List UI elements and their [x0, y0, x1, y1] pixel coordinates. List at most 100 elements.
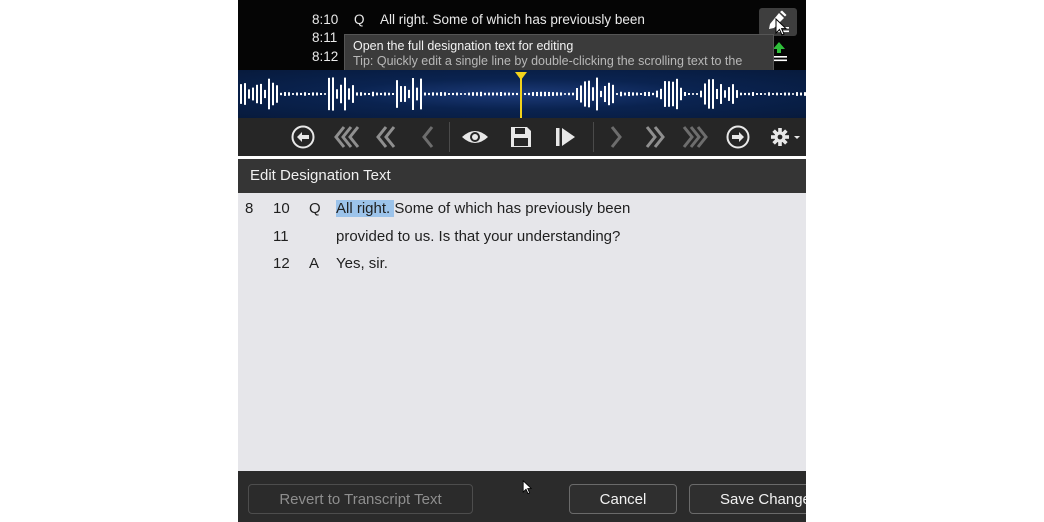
- waveform-bar: [660, 88, 662, 100]
- tooltip-title: Open the full designation text for editi…: [353, 39, 574, 53]
- waveform-bar: [744, 92, 746, 96]
- waveform-bar: [764, 93, 766, 95]
- save-changes-button[interactable]: Save Changes: [689, 484, 806, 514]
- waveform-bar: [784, 92, 786, 96]
- waveform-bar: [252, 87, 254, 101]
- waveform-bar: [644, 92, 646, 96]
- waveform-bar: [456, 92, 458, 96]
- forward-fast-button[interactable]: [679, 124, 709, 150]
- waveform-bar: [288, 92, 290, 96]
- waveform-bar: [372, 91, 374, 97]
- preview-button[interactable]: [460, 124, 490, 150]
- waveform-bar: [664, 81, 666, 107]
- line-text[interactable]: provided to us. Is that your understandi…: [336, 228, 620, 245]
- waveform-bar: [756, 93, 758, 95]
- waveform-bar: [268, 78, 270, 110]
- waveform-bar: [576, 87, 578, 101]
- waveform-bar: [408, 89, 410, 99]
- cancel-button[interactable]: Cancel: [569, 484, 677, 514]
- waveform-bar: [364, 92, 366, 96]
- waveform-bar: [616, 93, 618, 95]
- step-back-button[interactable]: [413, 124, 443, 150]
- waveform-bar: [392, 93, 394, 95]
- audio-waveform[interactable]: [238, 70, 806, 118]
- waveform-bar: [336, 89, 338, 99]
- waveform-bar: [600, 90, 602, 98]
- waveform-bar: [324, 93, 326, 95]
- waveform-bar: [732, 84, 734, 104]
- waveform-bar: [388, 92, 390, 96]
- waveform-bar: [788, 92, 790, 96]
- selected-text[interactable]: All right.: [336, 200, 395, 217]
- waveform-bar: [548, 91, 550, 97]
- playhead-marker[interactable]: [515, 72, 527, 80]
- next-clip-button[interactable]: [723, 124, 753, 150]
- waveform-bar: [672, 81, 674, 107]
- line-number: 12: [273, 255, 290, 272]
- waveform-bar: [528, 92, 530, 96]
- line-text[interactable]: Yes, sir.: [336, 255, 388, 272]
- revert-button[interactable]: Revert to Transcript Text: [248, 484, 473, 514]
- waveform-bar: [800, 92, 802, 96]
- waveform-bar: [276, 85, 278, 103]
- line-text[interactable]: All right. Some of which has previously …: [336, 200, 630, 217]
- waveform-bar: [428, 92, 430, 96]
- waveform-bar: [420, 78, 422, 110]
- mouse-pointer-icon: [522, 480, 533, 495]
- forward-icon: [645, 126, 665, 148]
- waveform-bar: [544, 91, 546, 97]
- prev-clip-button[interactable]: [288, 124, 318, 150]
- waveform-bar: [592, 87, 594, 101]
- waveform-bar: [700, 90, 702, 98]
- waveform-bar: [572, 92, 574, 96]
- rewind-button[interactable]: [372, 124, 402, 150]
- waveform-bar: [472, 92, 474, 96]
- scrolling-transcript[interactable]: 8:10 Q All right. Some of which has prev…: [238, 0, 806, 70]
- waveform-bar: [248, 89, 250, 99]
- waveform-bar: [264, 89, 266, 99]
- toolbar-divider: [593, 122, 594, 152]
- waveform-bar: [244, 83, 246, 105]
- waveform-bar: [488, 92, 490, 96]
- waveform-bar: [344, 77, 346, 111]
- step-back-icon: [422, 126, 434, 148]
- waveform-bar: [356, 92, 358, 96]
- waveform-bar: [768, 92, 770, 96]
- waveform-bar: [476, 92, 478, 96]
- forward-button[interactable]: [639, 124, 669, 150]
- waveform-bar: [696, 93, 698, 95]
- scroll-line[interactable]: 8:10 Q All right. Some of which has prev…: [312, 10, 645, 28]
- waveform-bar: [596, 77, 598, 111]
- rewind-fast-button[interactable]: [333, 124, 363, 150]
- waveform-bar: [748, 92, 750, 96]
- play-button[interactable]: [551, 124, 581, 150]
- waveform-bar: [620, 91, 622, 97]
- line-speaker: A: [309, 255, 320, 272]
- waveform-bar: [640, 93, 642, 95]
- waveform-bar: [380, 92, 382, 96]
- waveform-bar: [256, 84, 258, 104]
- waveform-bar: [804, 92, 806, 96]
- waveform-bar: [312, 92, 314, 96]
- waveform-bar: [368, 92, 370, 96]
- step-forward-button[interactable]: [601, 124, 631, 150]
- settings-button[interactable]: [768, 124, 804, 150]
- waveform-bar: [512, 92, 514, 96]
- designation-text-area[interactable]: 8 10 Q All right. Some of which has prev…: [238, 193, 806, 471]
- waveform-bar: [752, 92, 754, 96]
- line-page: 8: [245, 200, 254, 217]
- waveform-bar: [516, 92, 518, 96]
- waveform-bar: [464, 93, 466, 95]
- waveform-bar: [552, 92, 554, 96]
- save-clip-button[interactable]: [506, 124, 536, 150]
- waveform-bar: [452, 92, 454, 96]
- waveform-bar: [348, 88, 350, 100]
- waveform-bar: [524, 93, 526, 95]
- waveform-bar: [628, 91, 630, 97]
- waveform-bar: [448, 93, 450, 95]
- waveform-bar: [480, 91, 482, 97]
- waveform-bar: [540, 91, 542, 97]
- waveform-bar: [608, 82, 610, 106]
- playhead-line[interactable]: [520, 74, 522, 118]
- waveform-bar: [432, 92, 434, 96]
